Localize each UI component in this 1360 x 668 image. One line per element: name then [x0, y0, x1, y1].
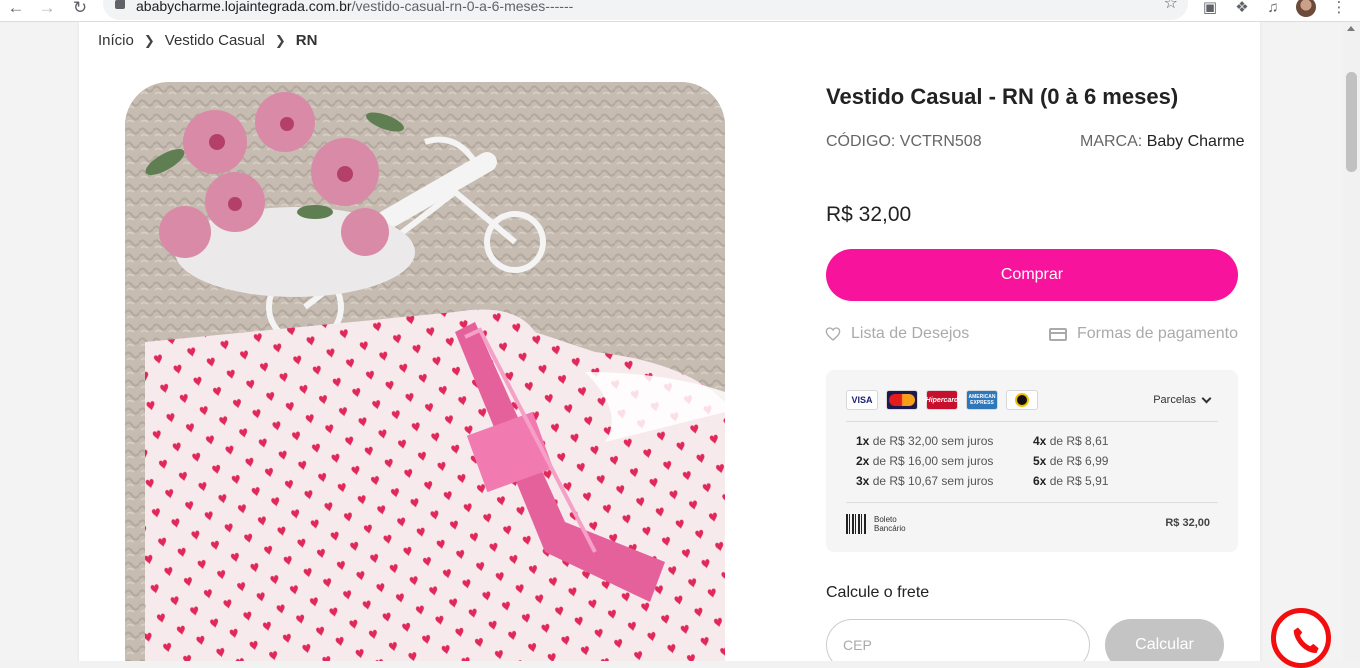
page-viewport: Início ❯ Vestido Casual ❯ RN Vestido Cas…: [0, 22, 1343, 661]
card-flags: VISA Hipercard AMERICAN EXPRESS: [846, 390, 1038, 410]
installment-row: 2x de R$ 16,00 sem juros: [856, 454, 993, 468]
wishlist-link[interactable]: Lista de Desejos: [825, 325, 969, 343]
installment-value: de R$ 10,67 sem juros: [872, 474, 994, 488]
product-photo-illustration: [125, 82, 725, 661]
installment-row: 4x de R$ 8,61: [1033, 434, 1108, 448]
mastercard-logo-icon: [886, 390, 918, 410]
brand-label: MARCA:: [1080, 133, 1143, 150]
barcode-icon: [846, 514, 866, 534]
boleto-label-line2: Bancário: [874, 524, 906, 533]
browser-toolbar: ← → ↻ ababycharme.lojaintegrada.com.br/v…: [0, 0, 1360, 22]
elo-logo-icon: [1006, 390, 1038, 410]
forward-arrow-icon[interactable]: →: [37, 0, 57, 18]
media-playlist-icon[interactable]: ♫: [1264, 0, 1282, 16]
hipercard-logo-icon: Hipercard: [926, 390, 958, 410]
payment-forms-label: Formas de pagamento: [1077, 325, 1238, 342]
installment-count: 1x: [856, 434, 870, 448]
bookmark-star-icon[interactable]: ☆: [1164, 0, 1178, 12]
installment-count: 2x: [856, 454, 870, 468]
extensions-puzzle-icon[interactable]: ❖: [1233, 0, 1251, 16]
boleto-option: Boleto Bancário: [846, 514, 914, 534]
installment-count: 5x: [1033, 454, 1047, 468]
installments-toggle[interactable]: Parcelas: [1153, 393, 1212, 406]
installment-row: 6x de R$ 5,91: [1033, 474, 1108, 488]
product-price: R$ 32,00: [826, 203, 912, 226]
installment-row: 1x de R$ 32,00 sem juros: [856, 434, 993, 448]
installment-row: 3x de R$ 10,67 sem juros: [856, 474, 993, 488]
wishlist-label: Lista de Desejos: [851, 325, 970, 342]
product-image[interactable]: [125, 82, 725, 661]
product-brand: MARCA: Baby Charme: [1080, 133, 1245, 151]
heart-icon: [825, 327, 841, 341]
product-title: Vestido Casual - RN (0 à 6 meses): [826, 84, 1179, 109]
chevron-right-icon: ❯: [143, 32, 155, 48]
lock-icon: [115, 0, 125, 9]
url-path: /vestido-casual-rn-0-a-6-meses------: [351, 0, 574, 14]
phone-icon: [1293, 627, 1319, 654]
product-page: Início ❯ Vestido Casual ❯ RN Vestido Cas…: [79, 22, 1260, 661]
boleto-price: R$ 32,00: [1165, 517, 1210, 529]
payment-box: VISA Hipercard AMERICAN EXPRESS Parcelas …: [826, 370, 1238, 552]
installment-value: de R$ 5,91: [1049, 474, 1109, 488]
whatsapp-button[interactable]: [1271, 608, 1331, 668]
url-host: ababycharme.lojaintegrada.com.br: [136, 0, 352, 14]
boleto-label-line1: Boleto: [874, 515, 897, 524]
address-bar[interactable]: ababycharme.lojaintegrada.com.br/vestido…: [103, 0, 1188, 20]
boleto-label: Boleto Bancário: [874, 515, 914, 533]
credit-card-icon: [1049, 327, 1067, 341]
divider: [846, 421, 1218, 422]
installment-count: 6x: [1033, 474, 1047, 488]
installments-toggle-label: Parcelas: [1153, 394, 1196, 406]
breadcrumb-category[interactable]: Vestido Casual: [165, 32, 265, 49]
breadcrumb-current: RN: [295, 32, 318, 49]
amex-logo-icon: AMERICAN EXPRESS: [966, 390, 998, 410]
installment-value: de R$ 32,00 sem juros: [872, 434, 994, 448]
divider: [846, 502, 1218, 503]
installment-value: de R$ 8,61: [1049, 434, 1109, 448]
buy-button[interactable]: Comprar: [826, 249, 1238, 301]
back-arrow-icon[interactable]: ←: [6, 0, 26, 18]
brand-link[interactable]: Baby Charme: [1147, 133, 1245, 150]
product-code: CÓDIGO: VCTRN508: [826, 133, 982, 150]
payment-forms-link[interactable]: Formas de pagamento: [1049, 325, 1238, 343]
installment-count: 4x: [1033, 434, 1047, 448]
installment-value: de R$ 16,00 sem juros: [872, 454, 994, 468]
url-text: ababycharme.lojaintegrada.com.br/vestido…: [136, 0, 573, 14]
reload-icon[interactable]: ↻: [70, 0, 90, 18]
profile-avatar[interactable]: [1296, 0, 1316, 17]
visa-logo-icon: VISA: [846, 390, 878, 410]
scroll-up-arrow-icon[interactable]: [1347, 26, 1355, 31]
calculate-shipping-button[interactable]: Calcular: [1105, 619, 1224, 661]
chevron-right-icon: ❯: [274, 32, 286, 48]
scrollbar-thumb[interactable]: [1346, 72, 1357, 172]
breadcrumb-home[interactable]: Início: [98, 32, 134, 49]
installment-row: 5x de R$ 6,99: [1033, 454, 1108, 468]
menu-kebab-icon[interactable]: ⋮: [1330, 0, 1348, 16]
extension-cube-icon[interactable]: ▣: [1201, 0, 1219, 16]
breadcrumb: Início ❯ Vestido Casual ❯ RN: [98, 32, 317, 49]
shipping-title: Calcule o frete: [826, 584, 930, 601]
installment-count: 3x: [856, 474, 870, 488]
installment-value: de R$ 6,99: [1049, 454, 1109, 468]
chevron-down-icon: [1201, 393, 1212, 403]
cep-input[interactable]: [826, 619, 1090, 661]
